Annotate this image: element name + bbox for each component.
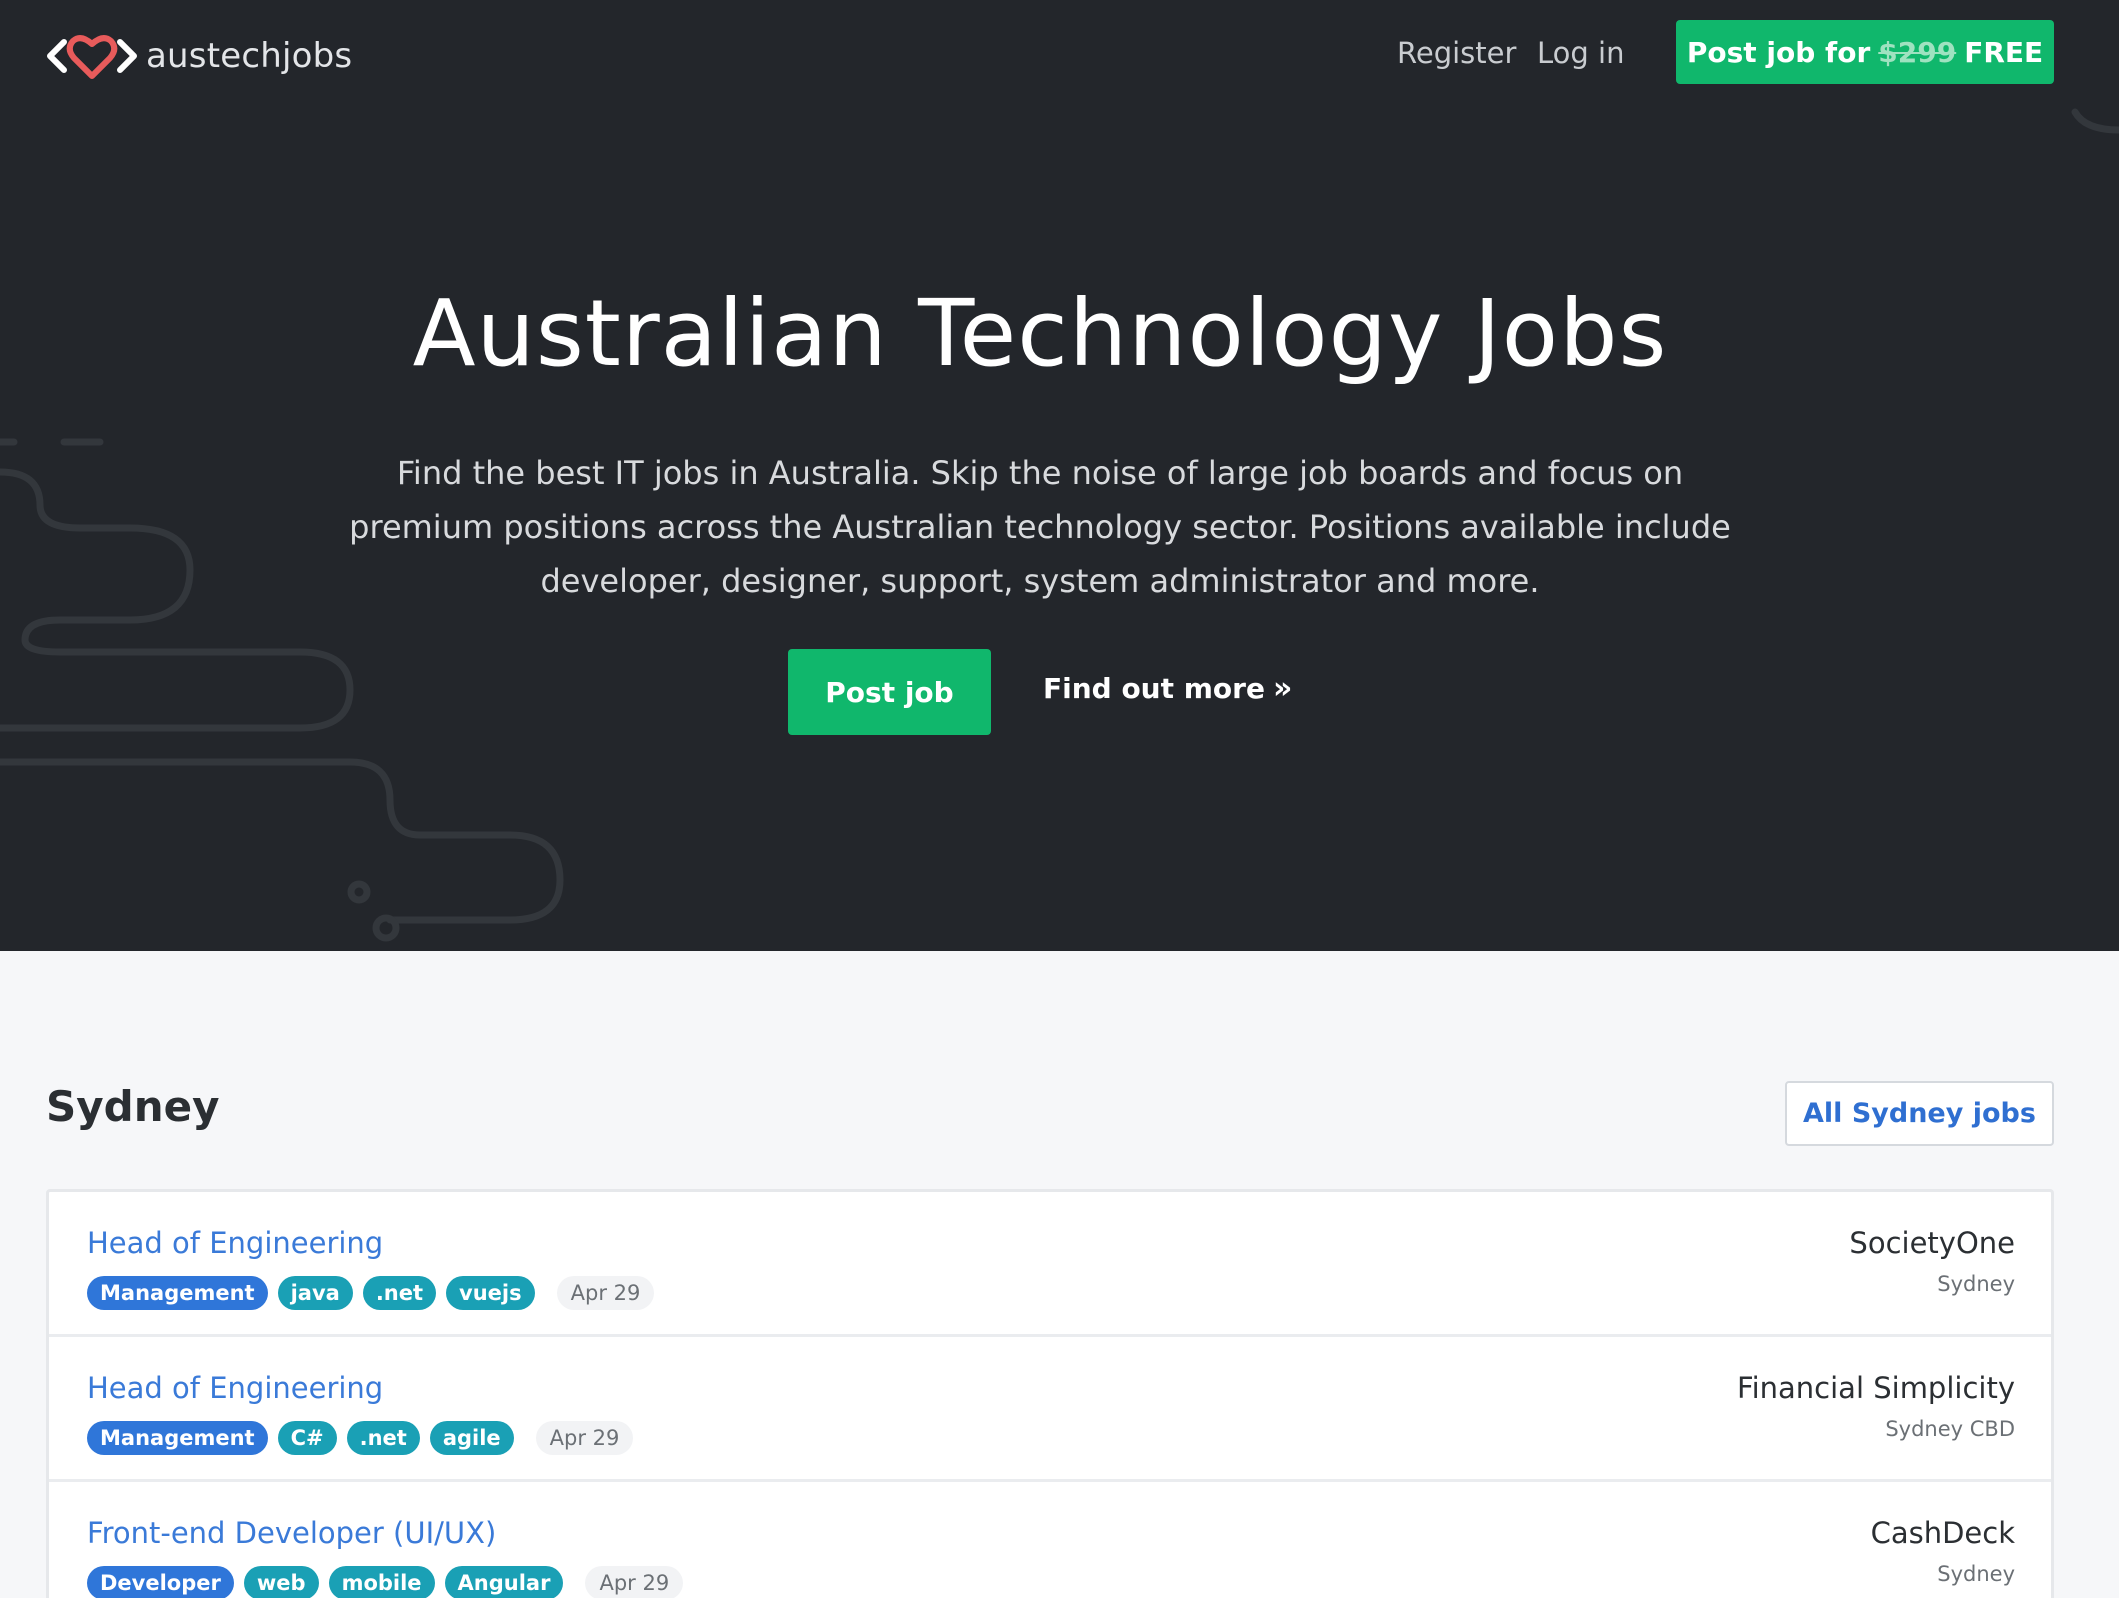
- job-tag[interactable]: Management: [87, 1276, 268, 1310]
- job-row[interactable]: Head of Engineering Management java .net…: [49, 1192, 2051, 1337]
- post-job-prefix: Post job for: [1686, 35, 1871, 69]
- code-heart-logo-icon: [47, 35, 137, 79]
- job-location: Sydney CBD: [1885, 1417, 2015, 1441]
- job-location: Sydney: [1937, 1562, 2015, 1586]
- hero-title: Australian Technology Jobs: [412, 280, 1668, 387]
- job-title-link[interactable]: Head of Engineering: [87, 1371, 383, 1405]
- job-tag[interactable]: Management: [87, 1421, 268, 1455]
- double-chevron-right-icon: »: [1272, 671, 1293, 706]
- job-tag[interactable]: Developer: [87, 1566, 234, 1598]
- register-link[interactable]: Register: [1397, 36, 1516, 70]
- brand-name: austechjobs: [146, 36, 353, 76]
- job-tag[interactable]: Angular: [444, 1566, 564, 1598]
- job-company: CashDeck: [1870, 1516, 2015, 1550]
- job-tag[interactable]: java: [277, 1276, 353, 1310]
- login-link[interactable]: Log in: [1537, 36, 1624, 70]
- job-row[interactable]: Head of Engineering Management C# .net a…: [49, 1337, 2051, 1482]
- job-date: Apr 29: [556, 1276, 655, 1310]
- job-date: Apr 29: [585, 1566, 684, 1598]
- all-sydney-jobs-button[interactable]: All Sydney jobs: [1785, 1081, 2054, 1146]
- job-date: Apr 29: [535, 1421, 634, 1455]
- job-title-link[interactable]: Front-end Developer (UI/UX): [87, 1516, 496, 1550]
- navbar: austechjobs Register Log in Post job for…: [0, 0, 2119, 110]
- job-tags: Management C# .net agile Apr 29: [87, 1421, 634, 1455]
- job-title-link[interactable]: Head of Engineering: [87, 1226, 383, 1260]
- job-list: Head of Engineering Management java .net…: [46, 1189, 2054, 1598]
- find-out-more-link[interactable]: Find out more »: [1043, 671, 1292, 706]
- job-tags: Developer web mobile Angular Apr 29: [87, 1566, 684, 1598]
- find-out-more-label: Find out more: [1043, 672, 1265, 705]
- job-company: Financial Simplicity: [1737, 1371, 2015, 1405]
- job-company: SocietyOne: [1849, 1226, 2015, 1260]
- hero-description: Find the best IT jobs in Australia. Skip…: [349, 454, 1731, 600]
- job-location: Sydney: [1937, 1272, 2015, 1296]
- hero-section: austechjobs Register Log in Post job for…: [0, 0, 2119, 951]
- job-tag[interactable]: vuejs: [446, 1276, 535, 1310]
- job-tag[interactable]: .net: [362, 1276, 437, 1310]
- job-row[interactable]: Front-end Developer (UI/UX) Developer we…: [49, 1482, 2051, 1598]
- section-title: Sydney: [46, 1082, 220, 1131]
- job-tag[interactable]: .net: [346, 1421, 420, 1455]
- job-tag[interactable]: web: [243, 1566, 319, 1598]
- job-tag[interactable]: mobile: [328, 1566, 435, 1598]
- post-job-suffix: FREE: [1964, 35, 2044, 69]
- brand-link[interactable]: austechjobs: [46, 30, 352, 82]
- job-tag[interactable]: agile: [429, 1421, 514, 1455]
- old-price: $299: [1878, 35, 1957, 69]
- post-job-free-button[interactable]: Post job for $299 FREE: [1676, 20, 2054, 84]
- post-job-button[interactable]: Post job: [788, 649, 991, 735]
- job-tag[interactable]: C#: [277, 1421, 337, 1455]
- job-tags: Management java .net vuejs Apr 29: [87, 1276, 655, 1310]
